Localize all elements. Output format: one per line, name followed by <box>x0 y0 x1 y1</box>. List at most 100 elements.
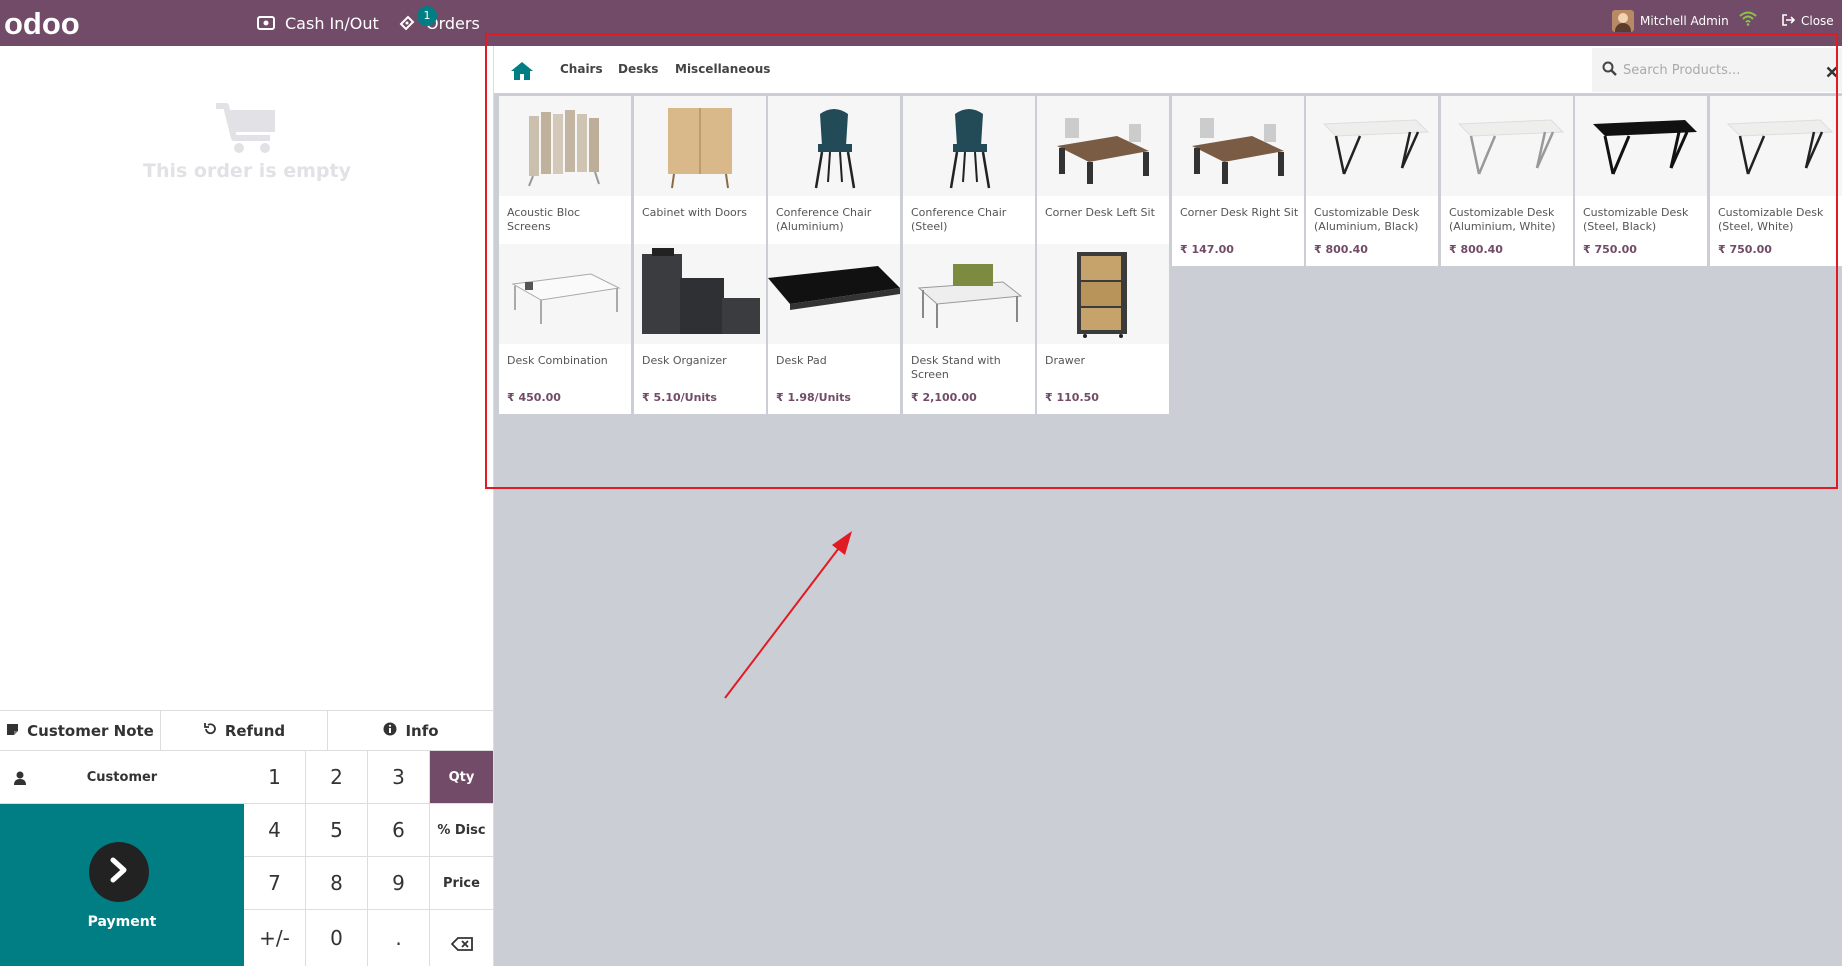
chevron-right-icon <box>108 857 130 887</box>
payment-button[interactable]: Payment <box>0 804 244 966</box>
product-card[interactable]: Customizable Desk (Steel, Black) ₹ 750.00 <box>1575 96 1707 266</box>
product-name: Conference Chair (Steel) <box>911 206 1007 233</box>
numpad-key-dot[interactable]: . <box>368 910 430 966</box>
product-price: ₹ 450.00 <box>507 391 561 404</box>
payment-label: Payment <box>87 914 157 930</box>
info-icon <box>383 722 397 740</box>
numpad-key-5[interactable]: 5 <box>306 804 368 857</box>
product-image <box>1306 96 1438 196</box>
cash-in-out-label: Cash In/Out <box>285 13 379 33</box>
products-pane: Chairs Desks Miscellaneous Acoustic Bloc… <box>494 46 1842 966</box>
user-menu[interactable]: Mitchell Admin <box>1612 0 1729 42</box>
product-price: ₹ 750.00 <box>1718 243 1772 256</box>
product-image <box>1441 96 1573 196</box>
close-button[interactable]: Close <box>1782 0 1834 42</box>
note-icon <box>6 722 19 740</box>
product-image <box>499 244 631 344</box>
user-name: Mitchell Admin <box>1640 14 1729 28</box>
backspace-icon <box>450 932 473 956</box>
empty-order: This order is empty <box>0 100 494 182</box>
numpad-price-mode[interactable]: Price <box>430 857 494 910</box>
numpad-key-8[interactable]: 8 <box>306 857 368 910</box>
search-input[interactable] <box>1623 62 1811 78</box>
product-name: Cabinet with Doors <box>642 206 748 219</box>
empty-order-text: This order is empty <box>142 160 351 182</box>
product-name: Acoustic Bloc Screens <box>507 206 581 233</box>
product-image <box>1710 96 1842 196</box>
category-desks[interactable]: Desks <box>618 62 658 76</box>
product-image <box>1575 96 1707 196</box>
product-card[interactable]: Acoustic Bloc Screens₹ 295.00 <box>499 96 631 266</box>
product-image <box>768 244 900 344</box>
product-card[interactable]: Conference Chair (Steel)₹ 33.00 <box>903 96 1035 266</box>
order-controls: Customer Note Refund Info <box>0 710 494 751</box>
product-price: ₹ 147.00 <box>1180 243 1234 256</box>
category-chairs[interactable]: Chairs <box>560 62 603 76</box>
customer-note-button[interactable]: Customer Note <box>0 711 161 750</box>
avatar <box>1612 10 1634 32</box>
product-price: ₹ 5.10/Units <box>642 391 717 404</box>
top-bar: odoo Cash In/Out 1 Orders Mitchell Admin… <box>0 0 1842 46</box>
product-name: Desk Stand with Screen <box>911 354 1001 381</box>
numpad: 1 2 3 Qty 4 5 6 % Disc 7 8 9 Price +/- 0… <box>244 751 494 966</box>
product-name: Desk Combination <box>507 354 608 367</box>
category-miscellaneous[interactable]: Miscellaneous <box>675 62 770 76</box>
numpad-key-9[interactable]: 9 <box>368 857 430 910</box>
numpad-disc-mode[interactable]: % Disc <box>430 804 494 857</box>
numpad-key-sign[interactable]: +/- <box>244 910 306 966</box>
product-card[interactable]: Conference Chair (Aluminium)₹ 39.40 <box>768 96 900 266</box>
product-card[interactable]: Drawer ₹ 110.50 <box>1037 244 1169 414</box>
customer-button[interactable]: Customer <box>0 751 244 804</box>
product-name: Corner Desk Left Sit <box>1045 206 1155 219</box>
numpad-backspace[interactable] <box>430 910 494 966</box>
product-card[interactable]: Desk Stand with Screen ₹ 2,100.00 <box>903 244 1035 414</box>
orders-button[interactable]: 1 Orders <box>398 0 480 46</box>
product-card[interactable]: Customizable Desk (Aluminium, White) ₹ 80… <box>1441 96 1573 266</box>
product-card[interactable]: Corner Desk Left Sit₹ 85.00 <box>1037 96 1169 266</box>
product-price: ₹ 800.40 <box>1449 243 1503 256</box>
numpad-qty-mode[interactable]: Qty <box>430 751 494 804</box>
product-card[interactable]: Customizable Desk (Aluminium, Black) ₹ 80… <box>1306 96 1438 266</box>
product-price: ₹ 1.98/Units <box>776 391 851 404</box>
clear-search-icon[interactable] <box>1826 63 1838 82</box>
product-image <box>634 96 766 196</box>
product-card[interactable]: Customizable Desk (Steel, White) ₹ 750.00 <box>1710 96 1842 266</box>
product-name: Customizable Desk (Steel, Black) <box>1583 206 1689 233</box>
numpad-key-1[interactable]: 1 <box>244 751 306 804</box>
home-icon[interactable] <box>510 61 534 85</box>
product-card[interactable]: Corner Desk Right Sit ₹ 147.00 <box>1172 96 1304 266</box>
search-box <box>1592 48 1842 92</box>
product-name: Customizable Desk (Steel, White) <box>1718 206 1824 233</box>
search-icon <box>1602 61 1617 80</box>
cash-in-out-button[interactable]: Cash In/Out <box>257 0 379 46</box>
customer-label: Customer <box>86 769 158 785</box>
product-price: ₹ 110.50 <box>1045 391 1099 404</box>
numpad-key-0[interactable]: 0 <box>306 910 368 966</box>
product-card[interactable]: Desk Pad ₹ 1.98/Units <box>768 244 900 414</box>
refund-label: Refund <box>224 721 286 740</box>
numpad-key-3[interactable]: 3 <box>368 751 430 804</box>
numpad-key-6[interactable]: 6 <box>368 804 430 857</box>
product-name: Conference Chair (Aluminium) <box>776 206 872 233</box>
product-name: Drawer <box>1045 354 1086 367</box>
product-card[interactable]: Desk Combination ₹ 450.00 <box>499 244 631 414</box>
orders-count-badge: 1 <box>417 6 437 26</box>
info-label: Info <box>405 721 439 740</box>
info-button[interactable]: Info <box>328 711 494 750</box>
product-card[interactable]: Cabinet with Doors₹ 140.00 <box>634 96 766 266</box>
numpad-key-2[interactable]: 2 <box>306 751 368 804</box>
undo-icon <box>203 722 217 740</box>
wifi-icon <box>1738 10 1758 30</box>
refund-button[interactable]: Refund <box>161 711 328 750</box>
product-card[interactable]: Desk Organizer ₹ 5.10/Units <box>634 244 766 414</box>
product-name: Desk Pad <box>776 354 827 367</box>
order-pane: This order is empty Customer Note Refund… <box>0 46 494 966</box>
product-price: ₹ 2,100.00 <box>911 391 977 404</box>
user-icon <box>14 770 26 789</box>
numpad-key-7[interactable]: 7 <box>244 857 306 910</box>
product-image <box>499 96 631 196</box>
close-label: Close <box>1801 14 1834 28</box>
shopping-cart-icon <box>0 100 494 156</box>
numpad-key-4[interactable]: 4 <box>244 804 306 857</box>
odoo-logo: odoo <box>4 6 80 41</box>
